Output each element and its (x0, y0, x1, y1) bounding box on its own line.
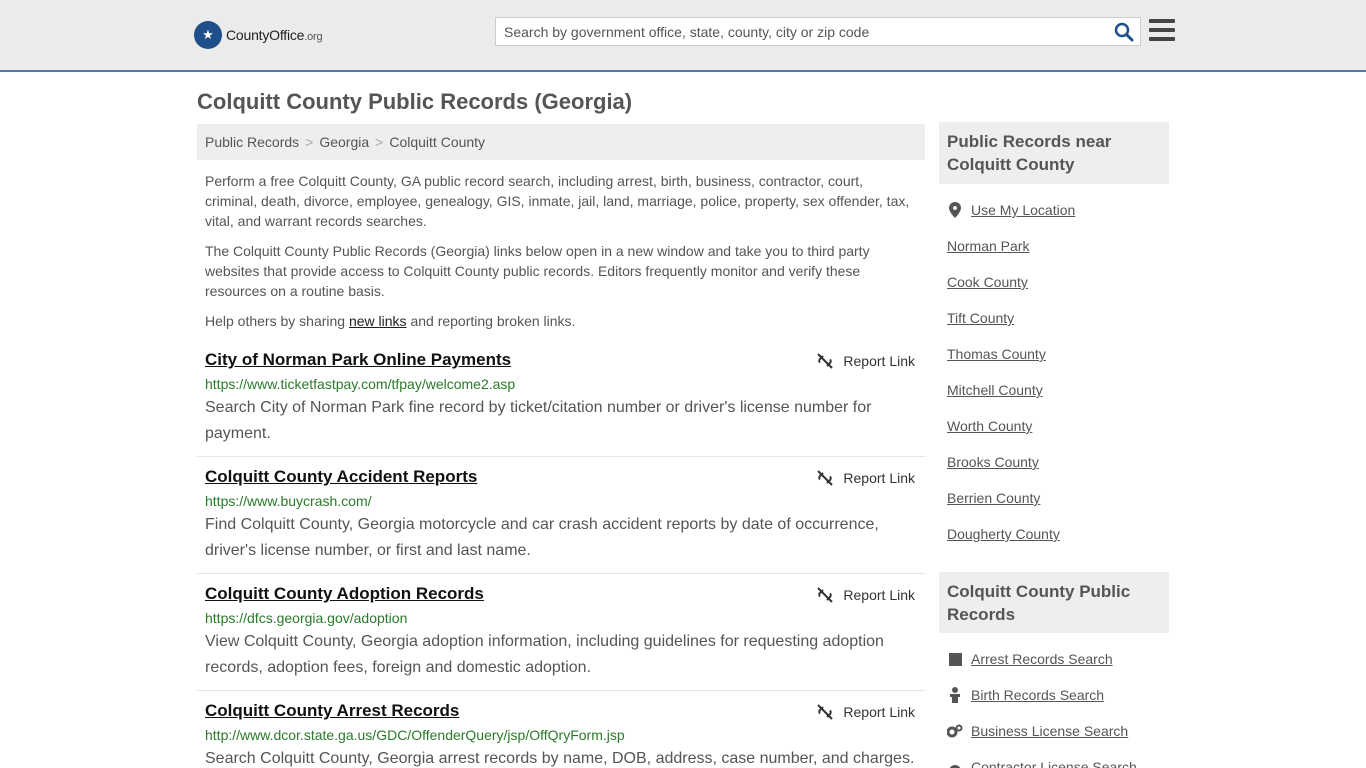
nearby-link-cook-county[interactable]: Cook County (947, 274, 1028, 290)
contractor-license-search-link[interactable]: Contractor License Search (971, 759, 1137, 768)
record-listing: Colquitt County Arrest Records Report Li… (197, 701, 925, 768)
report-link-button[interactable]: Report Link (817, 353, 915, 369)
breadcrumb: Public Records > Georgia > Colquitt County (197, 124, 925, 160)
hamburger-menu-icon[interactable] (1149, 19, 1175, 43)
nearby-item: Mitchell County (947, 372, 1169, 408)
records-item: Arrest Records Search (947, 641, 1169, 677)
nearby-link-worth-county[interactable]: Worth County (947, 418, 1032, 434)
use-location-item: Use My Location (947, 192, 1169, 228)
logo-name: CountyOffice (226, 27, 305, 43)
nearby-item: Cook County (947, 264, 1169, 300)
hard-hat-icon (947, 759, 963, 768)
birth-records-search-link[interactable]: Birth Records Search (971, 687, 1104, 703)
nearby-link-brooks-county[interactable]: Brooks County (947, 454, 1039, 470)
broken-link-icon (817, 704, 834, 720)
nearby-item: Tift County (947, 300, 1169, 336)
baby-icon (947, 687, 963, 703)
intro-text: Perform a free Colquitt County, GA publi… (205, 171, 917, 341)
record-listing: City of Norman Park Online Payments Repo… (197, 350, 925, 457)
listing-url: https://www.ticketfastpay.com/tfpay/welc… (205, 376, 516, 392)
breadcrumb-public-records[interactable]: Public Records (205, 134, 299, 150)
breadcrumb-separator: > (375, 134, 384, 150)
intro-paragraph: Perform a free Colquitt County, GA publi… (205, 173, 910, 229)
site-header: ★ CountyOffice.org (0, 0, 1366, 72)
nearby-link-tift-county[interactable]: Tift County (947, 310, 1014, 326)
nearby-item: Berrien County (947, 480, 1169, 516)
listing-description: Search City of Norman Park fine record b… (205, 399, 872, 442)
eagle-seal-icon: ★ (194, 21, 222, 49)
listing-description: Search Colquitt County, Georgia arrest r… (205, 750, 915, 767)
listing-title-link[interactable]: Colquitt County Accident Reports (205, 467, 477, 487)
nearby-records-heading: Public Records near Colquitt County (939, 122, 1169, 184)
listing-title-link[interactable]: Colquitt County Arrest Records (205, 701, 459, 721)
search-input[interactable] (496, 18, 1106, 45)
record-listing: Colquitt County Accident Reports Report … (197, 467, 925, 574)
listing-description: Find Colquitt County, Georgia motorcycle… (205, 516, 879, 559)
records-item: Contractor License Search (947, 749, 1169, 768)
business-license-search-link[interactable]: Business License Search (971, 723, 1128, 739)
records-item: Birth Records Search (947, 677, 1169, 713)
page-title: Colquitt County Public Records (Georgia) (197, 89, 633, 114)
listing-url: https://www.buycrash.com/ (205, 493, 372, 509)
arrest-records-icon (947, 651, 963, 667)
broken-link-icon (817, 470, 834, 486)
breadcrumb-separator: > (305, 134, 314, 150)
listing-url: http://www.dcor.state.ga.us/GDC/Offender… (205, 727, 625, 743)
report-link-button[interactable]: Report Link (817, 470, 915, 486)
site-logo[interactable]: ★ CountyOffice.org (194, 20, 323, 50)
search-icon[interactable] (1114, 22, 1134, 42)
listing-title-link[interactable]: Colquitt County Adoption Records (205, 584, 484, 604)
listing-description: View Colquitt County, Georgia adoption i… (205, 633, 884, 676)
county-records-heading: Colquitt County Public Records (939, 572, 1169, 633)
gears-icon (947, 723, 963, 739)
records-item: Business License Search (947, 713, 1169, 749)
use-my-location-link[interactable]: Use My Location (971, 202, 1075, 218)
search-bar (495, 17, 1141, 46)
nearby-item: Dougherty County (947, 516, 1169, 552)
nearby-item: Norman Park (947, 228, 1169, 264)
nearby-records-list: Use My Location Norman Park Cook County … (947, 192, 1169, 552)
share-paragraph: Help others by sharing new links and rep… (205, 313, 576, 329)
nearby-item: Brooks County (947, 444, 1169, 480)
nearby-link-dougherty-county[interactable]: Dougherty County (947, 526, 1060, 542)
broken-link-icon (817, 587, 834, 603)
nearby-link-berrien-county[interactable]: Berrien County (947, 490, 1040, 506)
breadcrumb-georgia[interactable]: Georgia (319, 134, 369, 150)
listing-url: https://dfcs.georgia.gov/adoption (205, 610, 408, 626)
nearby-link-mitchell-county[interactable]: Mitchell County (947, 382, 1043, 398)
breadcrumb-colquitt-county[interactable]: Colquitt County (389, 134, 485, 150)
report-link-button[interactable]: Report Link (817, 587, 915, 603)
arrest-records-search-link[interactable]: Arrest Records Search (971, 651, 1113, 667)
map-marker-icon (947, 202, 963, 218)
logo-tld: .org (304, 31, 323, 43)
new-links-link[interactable]: new links (349, 313, 407, 329)
nearby-link-norman-park[interactable]: Norman Park (947, 238, 1029, 254)
record-listing: Colquitt County Adoption Records Report … (197, 584, 925, 691)
nearby-item: Thomas County (947, 336, 1169, 372)
listing-title-link[interactable]: City of Norman Park Online Payments (205, 350, 511, 370)
nearby-item: Worth County (947, 408, 1169, 444)
report-link-button[interactable]: Report Link (817, 704, 915, 720)
nearby-link-thomas-county[interactable]: Thomas County (947, 346, 1046, 362)
broken-link-icon (817, 353, 834, 369)
county-records-list: Arrest Records Search Birth Records Sear… (947, 641, 1169, 768)
intro-paragraph: The Colquitt County Public Records (Geor… (205, 243, 870, 299)
